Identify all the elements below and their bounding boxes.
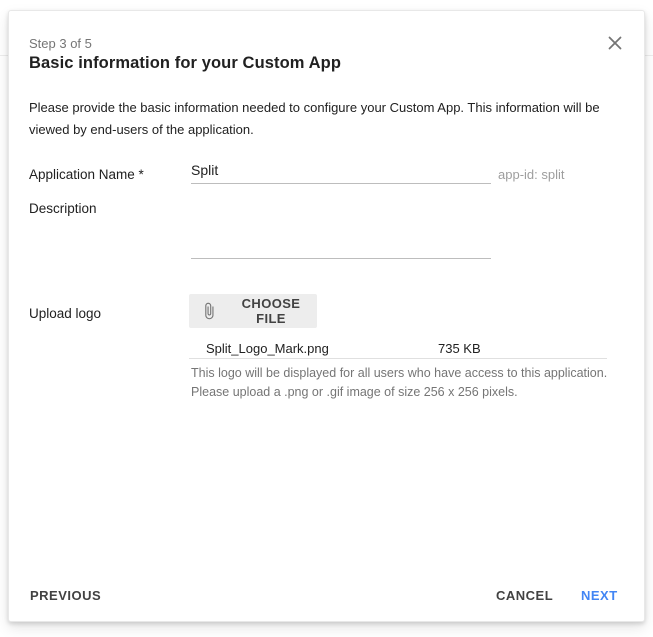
step-indicator: Step 3 of 5: [29, 36, 92, 51]
intro-line-1: Please provide the basic information nee…: [29, 97, 629, 119]
previous-button[interactable]: PREVIOUS: [30, 588, 101, 603]
intro-line-2: viewed by end-users of the application.: [29, 119, 629, 141]
uploaded-file-size: 735 KB: [438, 341, 481, 356]
close-icon: [608, 36, 622, 50]
description-label: Description: [29, 201, 97, 216]
helper-line-2: Please upload a .png or .gif image of si…: [191, 383, 621, 402]
paperclip-icon: [200, 302, 218, 320]
choose-file-button[interactable]: CHOOSE FILE: [189, 294, 317, 328]
helper-line-1: This logo will be displayed for all user…: [191, 364, 621, 383]
description-input[interactable]: [191, 235, 491, 259]
application-name-input[interactable]: [191, 160, 491, 184]
dialog-intro-text: Please provide the basic information nee…: [29, 97, 629, 141]
cancel-button[interactable]: CANCEL: [496, 588, 553, 603]
next-button[interactable]: NEXT: [581, 588, 618, 603]
upload-logo-label: Upload logo: [29, 306, 101, 321]
uploaded-file-name: Split_Logo_Mark.png: [206, 341, 329, 356]
custom-app-setup-dialog: Step 3 of 5 Basic information for your C…: [8, 10, 645, 622]
upload-logo-helper-text: This logo will be displayed for all user…: [191, 364, 621, 402]
close-button[interactable]: [604, 32, 626, 54]
choose-file-label: CHOOSE FILE: [225, 296, 317, 326]
app-id-text: app-id: split: [498, 167, 564, 182]
file-row-divider: [189, 358, 607, 359]
dialog-title: Basic information for your Custom App: [29, 54, 341, 73]
application-name-label: Application Name *: [29, 167, 144, 182]
page-background: Step 3 of 5 Basic information for your C…: [0, 0, 653, 637]
